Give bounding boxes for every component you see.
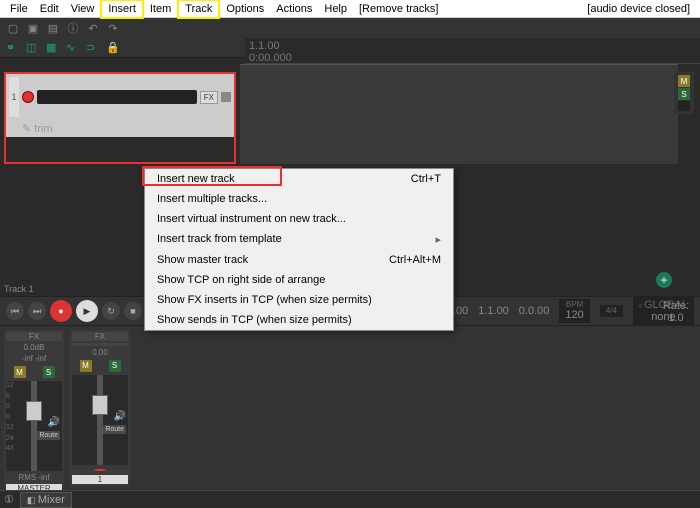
menu-file[interactable]: File	[4, 1, 34, 17]
ripple-icon[interactable]: ∿	[66, 41, 80, 55]
ctx-insert-from-template[interactable]: Insert track from template	[145, 229, 453, 250]
ch1-label[interactable]: 1	[72, 475, 128, 484]
transport-stop-icon[interactable]: ■	[124, 302, 142, 320]
menu-actions[interactable]: Actions	[270, 1, 318, 17]
track-meter	[678, 101, 690, 111]
lock-icon[interactable]: 🔒	[106, 41, 120, 55]
track-control-panel-highlight: 1 FX ✎ trim	[4, 72, 236, 164]
ctx-insert-new-track[interactable]: Insert new trackCtrl+T	[145, 169, 453, 189]
transport-repeat-icon[interactable]: ↻	[102, 302, 120, 320]
ctx-insert-virtual-instrument[interactable]: Insert virtual instrument on new track..…	[145, 209, 453, 229]
ch1-db: 0.00	[72, 348, 128, 357]
transport-track-label: Track 1	[4, 284, 34, 294]
snap-icon[interactable]: ⊃	[86, 41, 100, 55]
transport-play-icon[interactable]: ▶	[76, 300, 98, 322]
master-mute[interactable]: M	[14, 366, 26, 378]
statusbar: ① ◧ Mixer	[0, 490, 700, 508]
mixer-channel-1[interactable]: FX 0.00 M S 🔊 Route 1	[70, 330, 130, 486]
track-context-menu: Insert new trackCtrl+T Insert multiple t…	[144, 168, 454, 331]
transport-start-icon[interactable]: ⏮	[6, 302, 24, 320]
playrate-box[interactable]: Rate:1.0	[658, 300, 694, 324]
menu-help[interactable]: Help	[318, 1, 353, 17]
track-volume-fader[interactable]	[37, 90, 197, 104]
ch1-route[interactable]: Route	[103, 425, 126, 434]
mixer-master-channel[interactable]: FX 0.0dB -inf -inf M S 12606122448 🔊 Rou…	[4, 330, 64, 486]
mixer-panel: FX 0.0dB -inf -inf M S 12606122448 🔊 Rou…	[0, 326, 700, 490]
track-mute-button[interactable]: M	[678, 75, 690, 87]
track-record-arm[interactable]	[22, 91, 34, 103]
ch1-fader-area: 🔊 Route	[72, 375, 128, 465]
redo-icon[interactable]: ↷	[106, 21, 120, 35]
ch1-send-slot[interactable]	[72, 343, 128, 346]
ctx-tcp-right-side[interactable]: Show TCP on right side of arrange	[145, 270, 453, 290]
ctx-insert-multiple-tracks[interactable]: Insert multiple tracks...	[145, 189, 453, 209]
new-project-icon[interactable]: ▢	[6, 21, 20, 35]
transport-record-icon[interactable]: ●	[50, 300, 72, 322]
ch1-fx-slot[interactable]: FX	[72, 332, 128, 341]
master-fx-slot[interactable]: FX	[6, 332, 62, 341]
timeline-ruler[interactable]: 1.1.00 0:00.000	[245, 38, 700, 64]
master-solo[interactable]: S	[43, 366, 55, 378]
menu-insert[interactable]: Insert	[100, 0, 144, 19]
track-io-button[interactable]	[221, 92, 231, 102]
ch1-solo[interactable]: S	[109, 360, 121, 372]
track-row2: ✎ trim	[6, 120, 234, 137]
add-track-button[interactable]: +	[656, 272, 672, 288]
ch1-record-arm[interactable]	[94, 469, 106, 472]
track-number: 1	[9, 77, 19, 117]
link-icon[interactable]: ⚭	[6, 41, 20, 55]
mixer-tab[interactable]: ◧ Mixer	[20, 492, 72, 508]
arrange-area[interactable]	[240, 64, 678, 164]
ch1-fader[interactable]	[92, 395, 108, 415]
menu-remove-tracks[interactable]: [Remove tracks]	[353, 1, 444, 17]
master-rms: RMS -inf	[6, 473, 62, 482]
master-fader-area: 12606122448 🔊 Route	[6, 381, 62, 471]
master-db: 0.0dB	[6, 343, 62, 352]
selection-length[interactable]: 0.0.00	[519, 305, 550, 317]
track-1-panel[interactable]: 1 FX	[6, 74, 234, 120]
toolbar-row1: ▢ ▣ ▤ ⓘ ↶ ↷	[0, 18, 700, 38]
menubar: File Edit View Insert Item Track Options…	[0, 0, 700, 18]
grid-icon[interactable]: ▦	[46, 41, 60, 55]
undo-icon[interactable]: ↶	[86, 21, 100, 35]
timeline-pos: 1.1.00	[249, 40, 696, 52]
track-fx-button[interactable]: FX	[200, 91, 218, 104]
track-solo-button[interactable]: S	[678, 88, 690, 100]
ctx-show-master-track[interactable]: Show master trackCtrl+Alt+M	[145, 250, 453, 270]
selection-end[interactable]: 1.1.00	[478, 305, 509, 317]
menu-track[interactable]: Track	[177, 0, 220, 19]
track-trim-button[interactable]: ✎ trim	[22, 123, 53, 135]
master-output-icon[interactable]: 🔊	[48, 417, 60, 428]
audio-device-status: [audio device closed]	[581, 1, 696, 17]
status-info-icon[interactable]: ①	[4, 493, 14, 506]
master-fader[interactable]	[26, 401, 42, 421]
ctx-show-fx-inserts[interactable]: Show FX inserts in TCP (when size permit…	[145, 290, 453, 310]
open-icon[interactable]: ▣	[26, 21, 40, 35]
menu-options[interactable]: Options	[220, 1, 270, 17]
bpm-box[interactable]: BPM120	[559, 299, 589, 324]
menu-edit[interactable]: Edit	[34, 1, 65, 17]
timeline-sub: 0:00.000	[249, 52, 696, 64]
transport-end-icon[interactable]: ⏭	[28, 302, 46, 320]
menu-view[interactable]: View	[65, 1, 101, 17]
save-icon[interactable]: ▤	[46, 21, 60, 35]
master-peak: -inf -inf	[6, 354, 62, 363]
envelope-icon[interactable]: ◫	[26, 41, 40, 55]
timesig-box[interactable]: 4/4	[600, 305, 623, 318]
ch1-output-icon[interactable]: 🔊	[114, 411, 126, 422]
ch1-mute[interactable]: M	[80, 360, 92, 372]
master-route[interactable]: Route	[37, 431, 60, 440]
menu-item[interactable]: Item	[144, 1, 177, 17]
settings-icon[interactable]: ⓘ	[66, 21, 80, 35]
ctx-show-sends[interactable]: Show sends in TCP (when size permits)	[145, 310, 453, 330]
